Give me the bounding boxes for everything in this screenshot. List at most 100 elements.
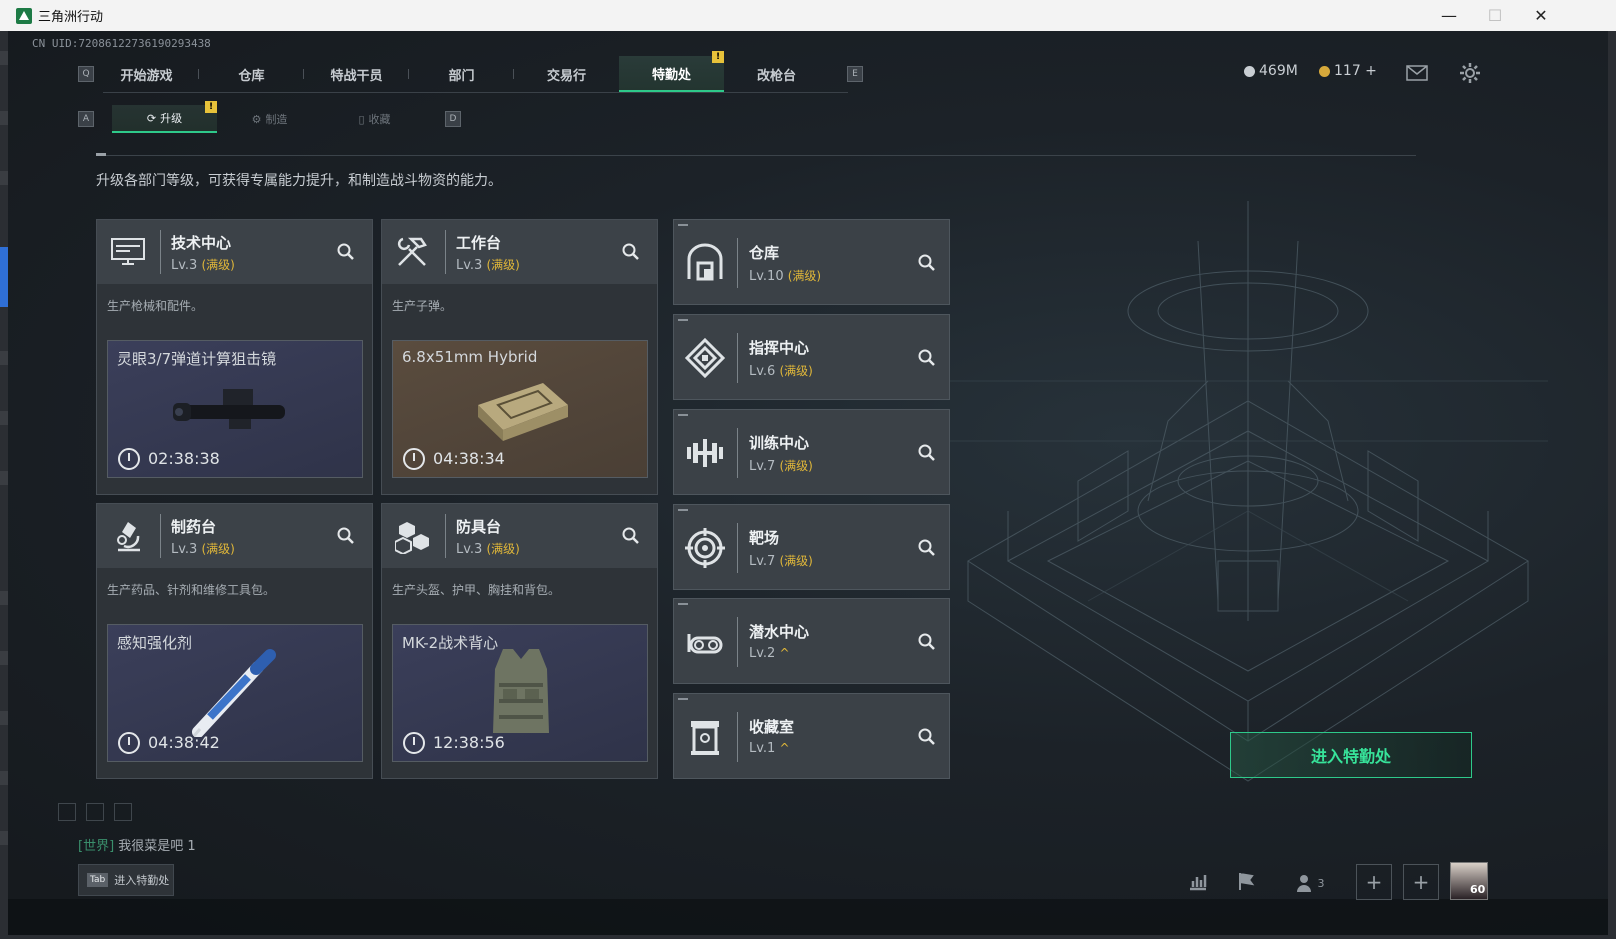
enter-special-ops-button[interactable]: 进入特勤处 — [1230, 732, 1472, 778]
armor-blocks-icon — [394, 518, 432, 554]
facility-name: 收藏室 — [749, 718, 795, 736]
flag-icon[interactable] — [1236, 871, 1256, 891]
search-icon[interactable] — [621, 242, 641, 262]
tab-department[interactable]: 部门 — [409, 56, 514, 92]
syringe-item-image — [192, 649, 276, 737]
mail-icon[interactable] — [1406, 65, 1428, 81]
crafting-item[interactable]: MK-2战术背心 12:38:56 — [392, 624, 648, 762]
chat-mode-button[interactable] — [114, 803, 132, 821]
facility-card-command-center[interactable]: 指挥中心 Lv.6 (满级) — [673, 314, 950, 400]
tab-hint[interactable]: Tab 进入特勤处 — [78, 864, 174, 896]
chat-message[interactable]: [世界] 我很菜是吧 1 — [78, 835, 196, 854]
subtab-collection[interactable]: ▯ 收藏 — [322, 105, 427, 133]
facility-name: 仓库 — [749, 244, 780, 262]
background-window-strip — [0, 31, 8, 939]
workshop-level: Lv.3 (满级) — [456, 258, 520, 273]
base-wireframe-art — [948, 201, 1548, 782]
item-name: 灵眼3/7弹道计算狙击镜 — [117, 350, 277, 368]
craft-timer: 02:38:38 — [148, 449, 220, 468]
facility-card-collection-room[interactable]: 收藏室 Lv.1 ^ — [673, 693, 950, 779]
search-icon[interactable] — [917, 443, 937, 463]
workshop-card-armory[interactable]: 防具台 Lv.3 (满级) 生产头盔、护甲、胸挂和背包。 MK-2战术背心 12… — [381, 503, 658, 779]
facility-card-diving-center[interactable]: 潜水中心 Lv.2 ^ — [673, 598, 950, 684]
alert-badge: ! — [712, 51, 724, 63]
tab-trading[interactable]: 交易行 — [514, 56, 619, 92]
facility-level: Lv.7 (满级) — [749, 459, 813, 474]
facility-card-warehouse[interactable]: 仓库 Lv.10 (满级) — [673, 219, 950, 305]
upgrade-available-icon: ^ — [779, 646, 790, 660]
item-name: 感知强化剂 — [117, 634, 193, 652]
friends-button[interactable]: 3 — [1290, 864, 1330, 902]
dumbbell-icon — [684, 432, 726, 474]
coin-balance[interactable]: 469M — [1244, 63, 1298, 79]
search-icon[interactable] — [917, 348, 937, 368]
stats-chart-icon[interactable] — [1188, 871, 1208, 891]
crafting-item[interactable]: 6.8x51mm Hybrid 04:38:34 — [392, 340, 648, 478]
search-icon[interactable] — [917, 538, 937, 558]
coin-icon — [1244, 65, 1255, 77]
workshop-level: Lv.3 (满级) — [456, 542, 520, 557]
nav-next-key[interactable]: E — [847, 66, 863, 82]
workshop-description: 生产枪械和配件。 — [107, 299, 204, 313]
facility-name: 靶场 — [749, 529, 780, 547]
friends-icon — [1296, 875, 1311, 892]
tab-warehouse[interactable]: 仓库 — [199, 56, 304, 92]
facility-card-shooting-range[interactable]: 靶场 Lv.7 (满级) — [673, 504, 950, 590]
search-icon[interactable] — [336, 526, 356, 546]
search-icon[interactable] — [917, 632, 937, 652]
workshop-card-tech-center[interactable]: 技术中心 Lv.3 (满级) 生产枪械和配件。 灵眼3/7弹道计算狙击镜 02:… — [96, 219, 373, 495]
nav-prev-key[interactable]: Q — [78, 66, 94, 82]
card-header: 技术中心 Lv.3 (满级) — [97, 220, 372, 284]
search-icon[interactable] — [336, 242, 356, 262]
workshop-card-pharmacy[interactable]: 制药台 Lv.3 (满级) 生产药品、针剂和维修工具包。 感知强化剂 04:38… — [96, 503, 373, 779]
tab-start-game[interactable]: 开始游戏 — [94, 56, 199, 92]
crafting-item[interactable]: 感知强化剂 04:38:42 — [107, 624, 363, 762]
chat-text: 我很菜是吧 1 — [118, 839, 196, 854]
close-button[interactable]: ✕ — [1518, 0, 1564, 31]
minimize-button[interactable]: — — [1426, 0, 1472, 31]
tab-special-ops-label: 特勤处 — [651, 67, 691, 83]
card-header: 制药台 Lv.3 (满级) — [97, 504, 372, 568]
craft-timer: 04:38:42 — [148, 733, 220, 752]
friends-count: 3 — [1317, 876, 1325, 890]
scope-item-image — [173, 389, 285, 429]
divider-tick — [96, 153, 106, 156]
bond-amount: 117 + — [1334, 63, 1377, 79]
workshop-description: 生产子弹。 — [392, 299, 453, 313]
chat-mode-button[interactable] — [86, 803, 104, 821]
app-logo-icon — [16, 7, 32, 24]
window-titlebar: 三角洲行动 — [0, 0, 1616, 31]
tab-operators[interactable]: 特战干员 — [304, 56, 409, 92]
craft-timer: 12:38:56 — [433, 733, 505, 752]
search-icon[interactable] — [917, 727, 937, 747]
add-squad-button[interactable]: + — [1356, 864, 1392, 900]
crafting-item[interactable]: 灵眼3/7弹道计算狙击镜 02:38:38 — [107, 340, 363, 478]
facility-level: Lv.10 (满级) — [749, 269, 822, 284]
card-header: 工作台 Lv.3 (满级) — [382, 220, 657, 284]
subnav-prev-key[interactable]: A — [78, 111, 94, 127]
item-name: 6.8x51mm Hybrid — [402, 348, 538, 366]
maximize-button[interactable]: ☐ — [1472, 0, 1518, 31]
subnav-next-key[interactable]: D — [445, 111, 461, 127]
facility-level: Lv.2 ^ — [749, 646, 790, 661]
workshop-card-workbench[interactable]: 工作台 Lv.3 (满级) 生产子弹。 6.8x51mm Hybrid 04:3… — [381, 219, 658, 495]
add-squad-button[interactable]: + — [1403, 864, 1439, 900]
chat-mode-button[interactable] — [58, 803, 76, 821]
workshop-name: 工作台 — [456, 234, 502, 252]
craft-timer: 04:38:34 — [433, 449, 505, 468]
sub-nav: A ⟳ 升级 ! ⚙ 制造 ▯ 收藏 D — [78, 101, 461, 133]
workshop-description: 生产药品、针剂和维修工具包。 — [107, 583, 276, 597]
search-icon[interactable] — [917, 253, 937, 273]
subtab-upgrade[interactable]: ⟳ 升级 ! — [112, 101, 217, 133]
facility-level: Lv.7 (满级) — [749, 554, 813, 569]
avatar-level: 60 — [1470, 883, 1486, 896]
subtab-craft[interactable]: ⚙ 制造 — [217, 105, 322, 133]
tab-gunsmith[interactable]: 改枪台 — [724, 56, 829, 92]
bond-balance[interactable]: 117 + — [1319, 63, 1377, 79]
search-icon[interactable] — [621, 526, 641, 546]
item-name: MK-2战术背心 — [402, 634, 499, 652]
tab-special-ops[interactable]: 特勤处 ! — [619, 51, 724, 92]
facility-card-training-center[interactable]: 训练中心 Lv.7 (满级) — [673, 409, 950, 495]
warehouse-icon — [684, 242, 726, 284]
settings-gear-icon[interactable] — [1459, 62, 1481, 84]
